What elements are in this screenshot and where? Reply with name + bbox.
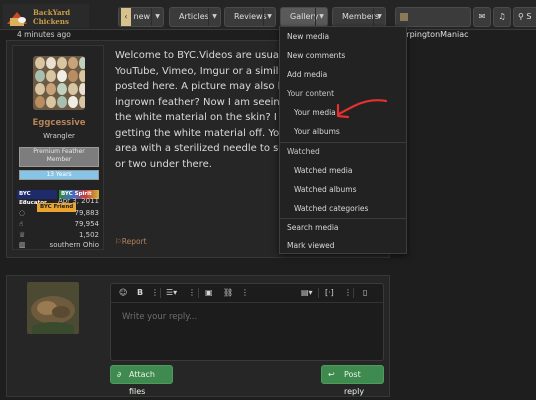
top-navigation: BackYard Chickens ‹ new ▼ Articles ▼ Rev… [0, 0, 536, 39]
more-options-icon[interactable]: ⋮ [344, 287, 352, 299]
messages-icon: ◌ [19, 209, 26, 217]
insert-link-icon[interactable]: ⛓ [223, 287, 233, 299]
menu-item-mark-viewed[interactable]: Mark viewed [280, 236, 406, 255]
gallery-dropdown-menu: New media New comments Add media Your co… [279, 26, 407, 254]
list-icon[interactable]: ☰▾ [166, 287, 177, 299]
thumbs-up-icon: ☝ [19, 220, 24, 228]
trophy-icon: ♕ [19, 231, 26, 239]
insert-image-icon[interactable]: ▣ [205, 287, 213, 299]
chevron-down-icon[interactable]: ▼ [263, 8, 275, 26]
chevron-down-icon[interactable]: ▼ [151, 8, 163, 26]
attach-files-button[interactable]: ∂ Attach files [110, 365, 173, 396]
map-icon: ▥ [19, 241, 26, 249]
chevron-down-icon[interactable]: ▼ [373, 8, 385, 26]
menu-header-watched[interactable]: Watched [280, 142, 406, 161]
author-avatar[interactable] [33, 56, 85, 110]
avatar-icon [400, 12, 408, 21]
quick-reply: ☺ B ⋮ ☰▾ ⋮ ▣ ⛓ ⋮ ▤▾ [·] ⋮ ▯ Write your r… [6, 275, 390, 397]
nav-back-icon: ‹ [121, 8, 131, 26]
bold-icon[interactable]: B [137, 287, 143, 299]
reply-editor[interactable]: ☺ B ⋮ ☰▾ ⋮ ▣ ⛓ ⋮ ▤▾ [·] ⋮ ▯ Write your r… [110, 283, 384, 361]
more-insert-options-icon[interactable]: ⋮ [241, 287, 249, 299]
nav-gallery[interactable]: Gallery ▼ [280, 7, 328, 27]
reply-placeholder: Write your reply... [122, 312, 198, 322]
current-user-avatar [27, 282, 79, 334]
more-text-options-icon[interactable]: ⋮ [151, 287, 159, 299]
search-button[interactable]: ⚲ S [513, 7, 536, 27]
search-icon: ⚲ [518, 12, 524, 21]
user-account-button[interactable]: OrpingtonManiac [395, 7, 471, 39]
menu-item-watched-albums[interactable]: Watched albums [280, 180, 406, 199]
toggle-bbcode-icon[interactable]: [·] [325, 287, 334, 299]
paperclip-icon: ∂ [117, 370, 122, 379]
annotation-arrow-icon [336, 99, 388, 119]
drafts-icon[interactable]: ▤▾ [301, 287, 313, 299]
editor-toolbar: ☺ B ⋮ ☰▾ ⋮ ▣ ⛓ ⋮ ▤▾ [·] ⋮ ▯ [111, 284, 383, 303]
more-paragraph-options-icon[interactable]: ⋮ [188, 287, 196, 299]
stat-messages-row: ◌ 79,883 [19, 209, 99, 217]
menu-item-search-media[interactable]: Search media [280, 218, 406, 237]
reply-icon: ↩ [328, 370, 335, 379]
toolbar-divider [160, 288, 161, 298]
user-info-panel: Eggcessive Wrangler Premium Feather Memb… [12, 45, 104, 250]
premium-member-banner: Premium Feather Member [19, 147, 99, 167]
smilie-icon[interactable]: ☺ [119, 287, 127, 299]
chevron-down-icon[interactable]: ▼ [315, 8, 327, 26]
inbox-icon[interactable]: ✉ [473, 7, 491, 27]
nav-reviews[interactable]: Reviews ▼ [224, 7, 276, 27]
author-title: Wrangler [43, 132, 75, 140]
nav-articles[interactable]: Articles ▼ [169, 7, 221, 27]
svg-text:Chickens: Chickens [33, 17, 69, 26]
nav-whats-new[interactable]: ‹ new ▼ [118, 7, 164, 27]
report-link[interactable]: ⚐Report [115, 237, 147, 246]
menu-item-watched-media[interactable]: Watched media [280, 161, 406, 180]
chevron-down-icon[interactable]: ▼ [208, 8, 220, 26]
svg-text:BackYard: BackYard [33, 8, 70, 17]
nav-members[interactable]: Members ▼ [332, 7, 386, 27]
menu-item-new-comments[interactable]: New comments [280, 46, 406, 65]
toolbar-divider [198, 288, 199, 298]
years-banner: 13 Years [19, 170, 99, 180]
stat-reactions-row: ☝ 79,954 [19, 220, 99, 228]
menu-item-add-media[interactable]: Add media [280, 65, 406, 84]
alerts-bell-icon[interactable]: ♫ [493, 7, 511, 27]
menu-item-new-media[interactable]: New media [280, 27, 406, 46]
toolbar-divider [318, 288, 319, 298]
site-logo[interactable]: BackYard Chickens [3, 4, 89, 28]
menu-item-watched-categories[interactable]: Watched categories [280, 199, 406, 218]
post-timestamp[interactable]: 4 minutes ago [17, 30, 71, 39]
author-name[interactable]: Eggcessive [13, 118, 105, 128]
calendar-icon: ▭ [19, 197, 26, 205]
preview-icon[interactable]: ▯ [363, 287, 367, 299]
stat-points-row: ♕ 1,502 [19, 231, 99, 239]
menu-item-your-albums[interactable]: Your albums [280, 122, 406, 141]
post-reply-button[interactable]: ↩ Post reply [321, 365, 384, 396]
stat-joined-row: ▭ Apr 3, 2011 [19, 197, 99, 205]
flag-icon: ⚐ [115, 237, 122, 246]
toolbar-divider [353, 288, 354, 298]
stat-location-row: ▥ southern Ohio [19, 241, 99, 249]
